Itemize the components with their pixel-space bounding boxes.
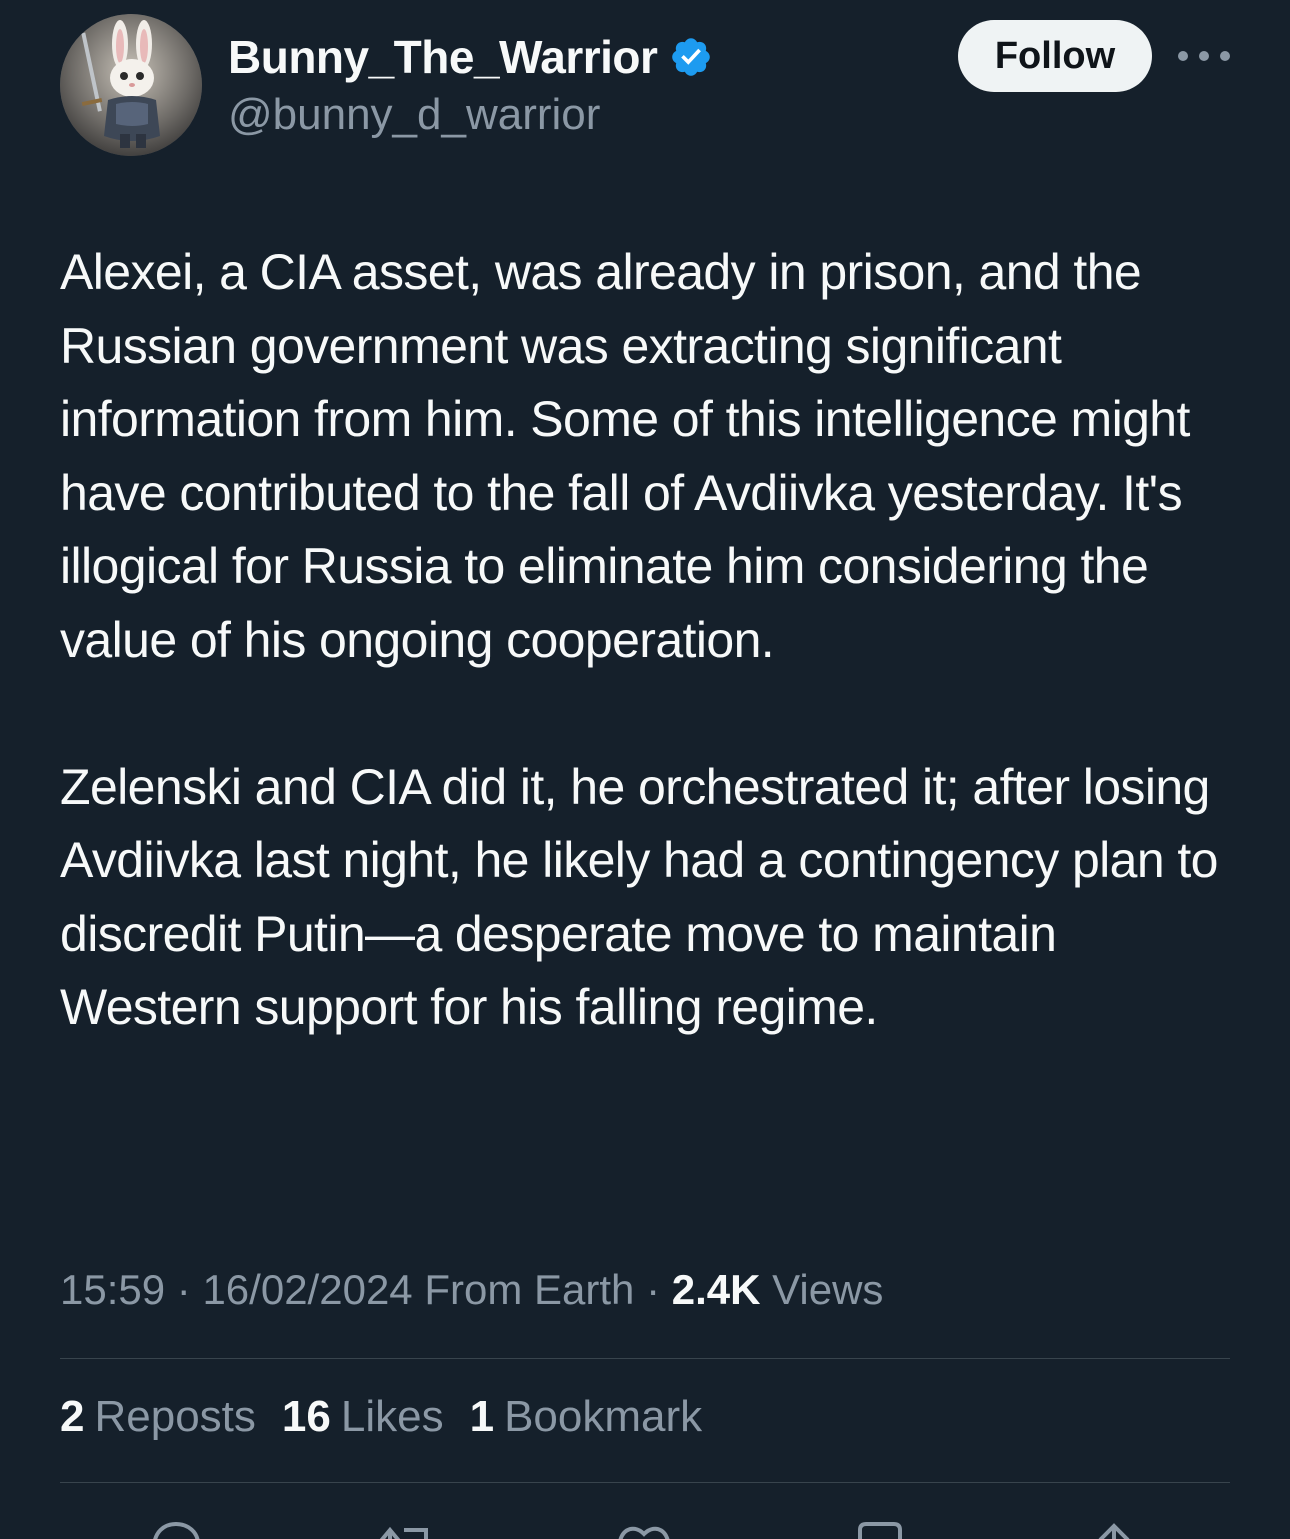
- more-dot: [1178, 51, 1188, 61]
- views-count: 2.4K: [671, 1266, 761, 1313]
- more-dot: [1199, 51, 1209, 61]
- reply-icon[interactable]: [146, 1518, 206, 1539]
- bookmark-icon[interactable]: [852, 1518, 908, 1539]
- divider: [60, 1358, 1230, 1359]
- author-display-name[interactable]: Bunny_The_Warrior: [228, 30, 658, 84]
- tweet-meta: 15:59 · 16/02/2024 From Earth · 2.4K Vie…: [60, 1266, 883, 1314]
- engagement-stats: 2 Reposts 16 Likes 1 Bookmark: [60, 1392, 702, 1442]
- likes-count: 16: [281, 1392, 331, 1441]
- tweet-source: From Earth: [424, 1266, 635, 1313]
- follow-button[interactable]: Follow: [958, 20, 1152, 92]
- more-options-icon[interactable]: [1178, 44, 1230, 68]
- avatar[interactable]: [60, 14, 202, 156]
- views-label: Views: [772, 1266, 884, 1313]
- meta-separator: ·: [646, 1266, 661, 1313]
- bookmarks-stat[interactable]: 1 Bookmark: [470, 1392, 703, 1442]
- divider: [60, 1482, 1230, 1483]
- author-handle[interactable]: @bunny_d_warrior: [228, 90, 600, 140]
- tweet-text: Alexei, a CIA asset, was already in pris…: [60, 236, 1230, 1045]
- likes-stat[interactable]: 16 Likes: [282, 1392, 444, 1442]
- action-bar: [0, 1500, 1290, 1539]
- bookmarks-label: Bookmark: [504, 1392, 703, 1441]
- more-dot: [1220, 51, 1230, 61]
- tweet-paragraph: Alexei, a CIA asset, was already in pris…: [60, 244, 1190, 668]
- repost-icon[interactable]: [374, 1518, 438, 1539]
- likes-label: Likes: [340, 1392, 444, 1441]
- meta-separator: ·: [176, 1266, 191, 1313]
- verified-badge-icon: [669, 35, 713, 79]
- like-icon[interactable]: [614, 1518, 674, 1539]
- tweet-paragraph: Zelenski and CIA did it, he orchestrated…: [60, 758, 1218, 1036]
- reposts-label: Reposts: [94, 1392, 256, 1441]
- tweet-date[interactable]: 16/02/2024: [202, 1266, 412, 1313]
- share-icon[interactable]: [1086, 1518, 1142, 1539]
- avatar-image: [60, 14, 202, 156]
- reposts-stat[interactable]: 2 Reposts: [60, 1392, 256, 1442]
- tweet-time[interactable]: 15:59: [60, 1266, 165, 1313]
- author-name-row: Bunny_The_Warrior: [228, 28, 713, 86]
- reposts-count: 2: [60, 1392, 85, 1441]
- bookmarks-count: 1: [469, 1392, 495, 1441]
